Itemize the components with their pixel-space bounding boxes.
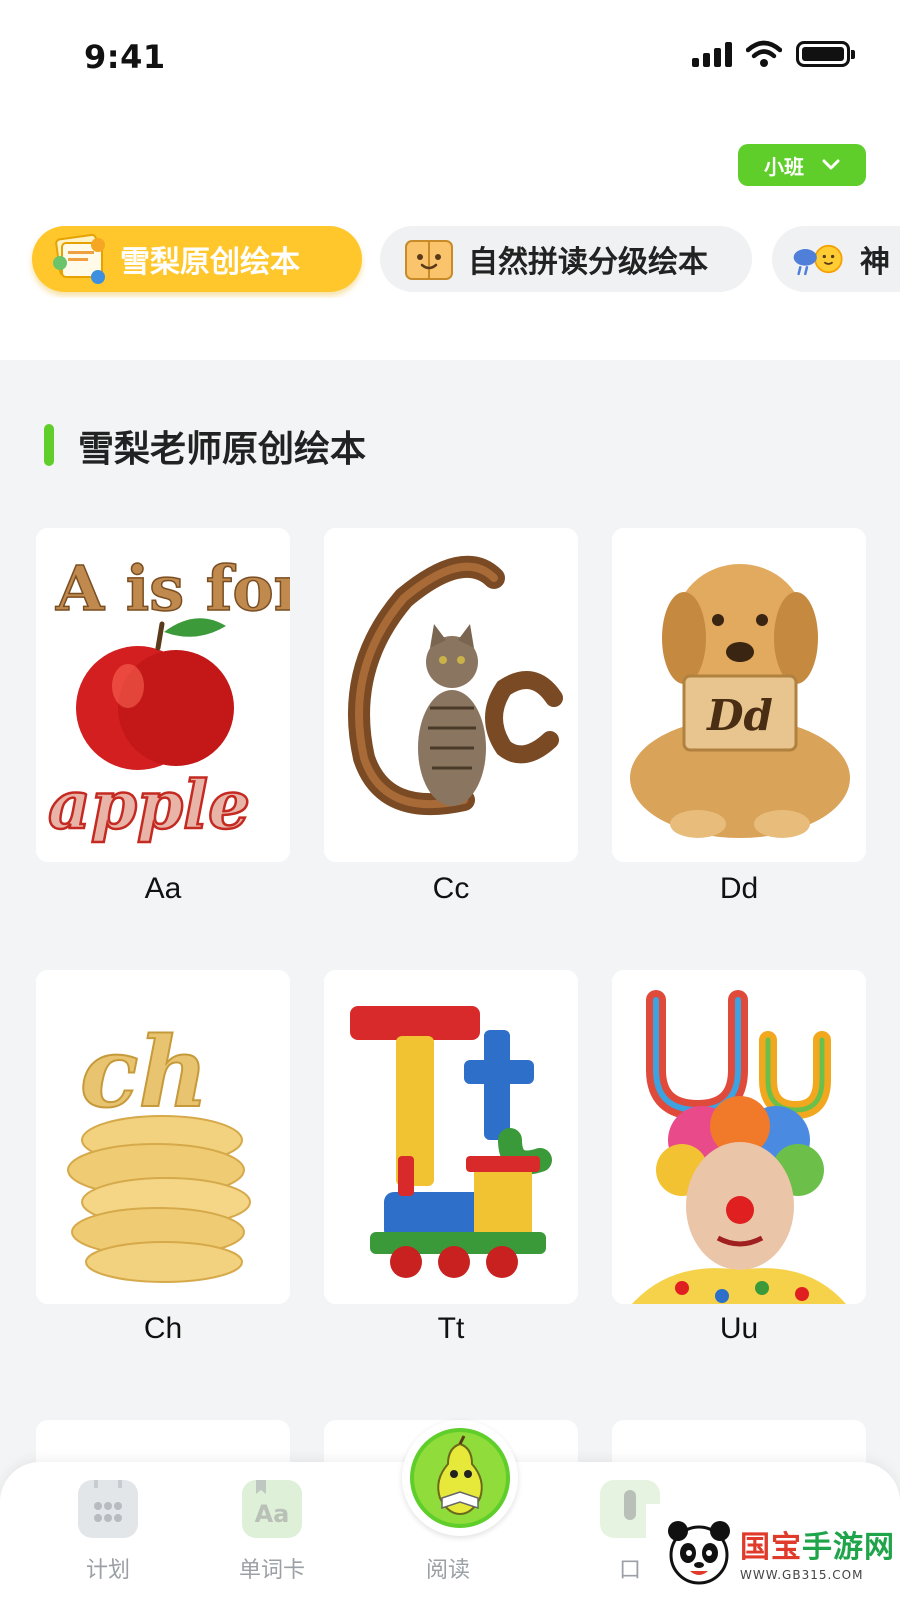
svg-text:Aa: Aa [255,1500,290,1528]
book-card-ch[interactable]: ch [36,970,290,1304]
watermark-title-red: 国宝 [740,1530,802,1565]
book-label-uu: Uu [719,1312,759,1345]
book-card-cc[interactable]: Cc [324,528,578,862]
train-cover-image: T t [324,970,578,1304]
smiling-book-icon [400,233,458,285]
book-label-dd: Dd [719,872,759,905]
svg-text:T: T [324,970,325,971]
watermark-url: WWW.GB315.COM [740,1568,864,1582]
cat-cover-image: Cc [324,528,578,862]
wifi-icon [746,40,782,67]
svg-text:ch: ch [80,1016,208,1129]
svg-text:t: t [324,970,325,971]
word-card-icon: Aa [242,1480,302,1538]
book-label-ch: Ch [143,1312,183,1345]
watermark-title-green: 手游网 [802,1530,895,1565]
tab-reading-label: 阅读 [425,1558,470,1583]
tab-third-category[interactable]: 神 [772,226,900,292]
reading-center-button[interactable] [402,1420,518,1536]
book-card-uu[interactable]: Uu [612,970,866,1304]
weather-sun-cloud-icon [792,233,850,285]
tab-label: 神 [860,245,890,280]
tab-phonics-graded-books[interactable]: 自然拼读分级绘本 [380,226,752,292]
status-time: 9:41 [84,38,166,76]
apple-cover-image: A is for apple [36,528,290,862]
tab-label: 雪梨原创绘本 [120,245,300,280]
book-label-tt: Tt [437,1312,465,1345]
tab-word-cards[interactable]: Aa 单词卡 [212,1462,332,1600]
svg-text:Dd: Dd [706,691,773,740]
tab-word-cards-label: 单词卡 [238,1558,305,1583]
book-label-cc: Cc [432,872,470,905]
cellular-signal-icon [692,41,732,67]
class-selector-label: 小班 [764,154,804,179]
svg-text:A is for: A is for [55,552,290,625]
calendar-icon [78,1478,138,1538]
watermark-logo: 国宝手游网 WWW.GB315.COM [646,1504,900,1600]
battery-icon [796,41,855,67]
clown-cover-image: Uu [612,970,866,1304]
tab-plan[interactable]: 计划 [48,1462,168,1600]
tab-original-picture-books[interactable]: 雪梨原创绘本 [32,226,362,292]
book-card-tt[interactable]: T t [324,970,578,1304]
book-label-aa: Aa [144,872,182,905]
chips-cover-image: ch [36,970,290,1304]
book-card-dd[interactable]: Dd [612,528,866,862]
panda-logo-icon [668,1521,730,1585]
chevron-down-icon [822,159,840,170]
section-title: 雪梨老师原创绘本 [78,429,367,470]
pear-reading-icon [414,1432,506,1524]
svg-text:Cc: Cc [324,528,326,529]
section-accent-bar [44,424,54,466]
books-stack-icon [52,233,110,285]
category-tabs: 雪梨原创绘本 自然拼读分级绘本 神 [0,226,900,298]
class-selector-dropdown[interactable]: 小班 [738,144,866,186]
svg-text:apple: apple [48,766,250,844]
status-icons [692,40,855,68]
tab-plan-label: 计划 [85,1558,130,1583]
dog-cover-image: Dd [612,528,866,862]
tab-label: 自然拼读分级绘本 [468,245,708,280]
svg-text:Uu: Uu [612,970,614,971]
book-card-aa[interactable]: A is for apple [36,528,290,862]
